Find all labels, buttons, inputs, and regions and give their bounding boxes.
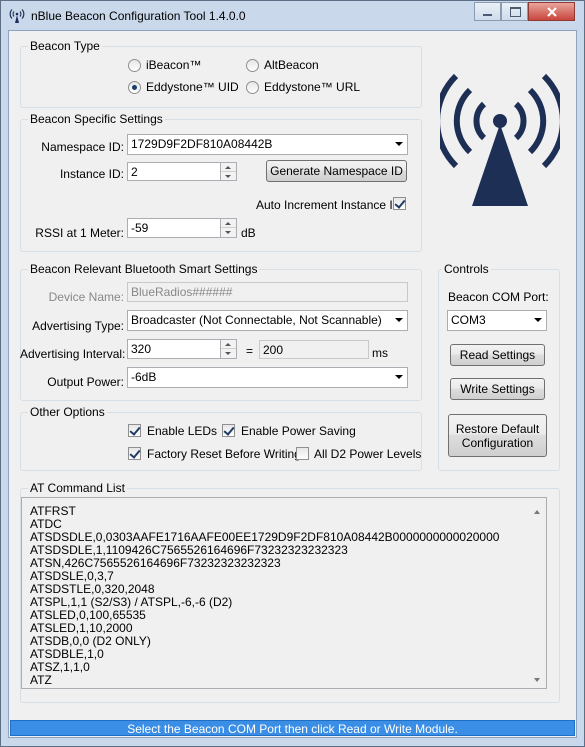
spin-up-icon[interactable] — [221, 219, 236, 228]
at-command-list[interactable]: ATFRST ATDC ATSDSDLE,0,0303AAFE1716AAFE0… — [21, 497, 547, 689]
enable-power-saving-label: Enable Power Saving — [241, 424, 356, 438]
spin-down-icon[interactable] — [221, 349, 236, 358]
close-button[interactable] — [528, 2, 575, 21]
rssi-input[interactable]: -59 — [127, 218, 237, 238]
auto-increment-checkbox[interactable] — [393, 197, 406, 210]
restore-default-button[interactable]: Restore Default Configuration — [448, 414, 547, 457]
auto-increment-label: Auto Increment Instance ID — [256, 198, 402, 212]
chevron-down-icon — [395, 375, 403, 379]
advertising-interval-value: 320 — [131, 342, 152, 356]
advertising-interval-spinner[interactable] — [220, 340, 236, 358]
factory-reset-checkbox[interactable] — [128, 447, 141, 460]
rssi-label: RSSI at 1 Meter: — [35, 226, 124, 240]
spin-down-icon[interactable] — [221, 228, 236, 237]
advertising-type-label: Advertising Type: — [32, 319, 124, 333]
output-power-value: -6dB — [131, 370, 157, 384]
beacon-tower-icon — [440, 73, 560, 206]
advertising-interval-input[interactable]: 320 — [127, 339, 237, 359]
beacon-type-group — [20, 46, 422, 108]
enable-leds-checkbox[interactable] — [128, 424, 141, 437]
rssi-unit: dB — [241, 226, 256, 240]
chevron-down-icon — [534, 318, 542, 322]
com-port-label: Beacon COM Port: — [448, 290, 549, 304]
specific-settings-label: Beacon Specific Settings — [28, 112, 165, 126]
vertical-scrollbar[interactable] — [529, 498, 546, 688]
output-power-label: Output Power: — [47, 375, 124, 389]
radio-ibeacon-label: iBeacon™ — [146, 58, 202, 72]
restore-default-line2: Configuration — [461, 435, 534, 450]
spin-up-icon[interactable] — [221, 340, 236, 349]
namespace-id-label: Namespace ID: — [41, 140, 124, 154]
chevron-down-icon — [395, 142, 403, 146]
equals-sign: = — [246, 344, 254, 358]
output-power-dropdown[interactable]: -6dB — [127, 367, 408, 388]
at-command-label: AT Command List — [28, 481, 127, 495]
instance-id-value: 2 — [131, 165, 138, 179]
advertising-interval-ms: 200 — [259, 340, 369, 359]
rssi-value: -59 — [131, 221, 149, 235]
radio-eddystone-uid[interactable] — [128, 81, 141, 94]
other-options-group — [20, 412, 422, 471]
generate-namespace-button[interactable]: Generate Namespace ID — [266, 160, 407, 182]
all-d2-power-label: All D2 Power Levels — [314, 447, 422, 461]
read-settings-button[interactable]: Read Settings — [450, 344, 545, 366]
status-bar: Select the Beacon COM Port then click Re… — [10, 720, 575, 736]
radio-ibeacon[interactable] — [128, 59, 141, 72]
scroll-down-icon[interactable] — [534, 678, 540, 682]
instance-id-spinner[interactable] — [220, 163, 236, 180]
maximize-button[interactable] — [501, 2, 528, 21]
enable-leds-label: Enable LEDs — [147, 424, 218, 438]
radio-altbeacon[interactable] — [246, 59, 259, 72]
advertising-interval-ms-value: 200 — [263, 343, 284, 357]
wifi-beacon-icon — [9, 9, 25, 23]
restore-default-line1: Restore Default — [455, 421, 540, 436]
minimize-button[interactable] — [474, 2, 501, 21]
close-icon — [547, 7, 557, 17]
enable-power-saving-checkbox[interactable] — [222, 424, 235, 437]
window-title: nBlue Beacon Configuration Tool 1.4.0.0 — [31, 9, 246, 23]
write-settings-button[interactable]: Write Settings — [450, 378, 545, 400]
com-port-value: COM3 — [451, 313, 486, 327]
ms-unit: ms — [372, 346, 388, 360]
advertising-interval-label: Advertising Interval: — [20, 347, 126, 361]
namespace-id-value: 1729D9F2DF810A08442B — [131, 137, 273, 151]
other-options-label: Other Options — [28, 405, 107, 419]
instance-id-input[interactable]: 2 — [127, 162, 237, 181]
all-d2-power-checkbox[interactable] — [296, 447, 309, 460]
advertising-type-value: Broadcaster (Not Connectable, Not Scanna… — [131, 313, 382, 327]
instance-id-label: Instance ID: — [59, 167, 124, 181]
radio-eddystone-url[interactable] — [246, 81, 259, 94]
radio-altbeacon-label: AltBeacon — [264, 58, 319, 72]
device-name-input: BlueRadios###### — [127, 282, 408, 302]
spin-up-icon[interactable] — [221, 163, 236, 172]
spin-down-icon[interactable] — [221, 172, 236, 181]
radio-eddystone-uid-label: Eddystone™ UID — [146, 80, 239, 94]
chevron-down-icon — [395, 318, 403, 322]
rssi-spinner[interactable] — [220, 219, 236, 237]
maximize-icon — [510, 7, 521, 17]
device-name-value: BlueRadios###### — [131, 285, 233, 299]
namespace-id-dropdown[interactable]: 1729D9F2DF810A08442B — [127, 134, 408, 155]
title-bar[interactable]: nBlue Beacon Configuration Tool 1.4.0.0 — [1, 1, 584, 29]
advertising-type-dropdown[interactable]: Broadcaster (Not Connectable, Not Scanna… — [127, 310, 408, 331]
controls-label: Controls — [442, 262, 491, 276]
radio-eddystone-url-label: Eddystone™ URL — [264, 80, 361, 94]
beacon-type-label: Beacon Type — [28, 39, 102, 53]
ble-settings-label: Beacon Relevant Bluetooth Smart Settings — [28, 262, 260, 276]
factory-reset-label: Factory Reset Before Writing — [147, 447, 301, 461]
device-name-label: Device Name: — [48, 290, 124, 304]
list-item: ATZ — [30, 673, 52, 687]
minimize-icon — [483, 14, 492, 16]
scroll-up-icon[interactable] — [534, 510, 540, 514]
com-port-dropdown[interactable]: COM3 — [447, 310, 547, 331]
